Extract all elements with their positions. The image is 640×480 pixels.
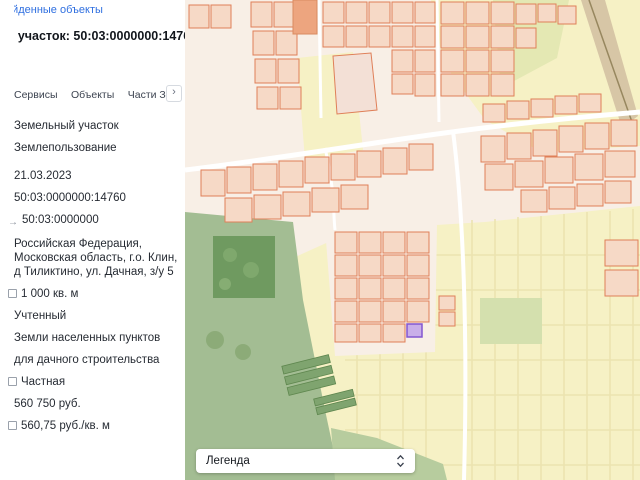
page-title-wrap: Земельный участок: 50:03:0000000:14760 [14, 27, 185, 45]
tab-bar: Сервисы Объекты Части ЗУ Состав › [14, 85, 185, 103]
attribute-row: 50:03:0000000:14760 [14, 191, 179, 205]
attribute-value: Российская Федерация, Московская область… [14, 238, 178, 278]
attribute-row: Земли населенных пунктов [14, 331, 179, 345]
attribute-value: Землепользование [14, 142, 117, 154]
attribute-row: Земельный участок [14, 119, 179, 133]
attribute-value: Учтенный [14, 310, 67, 322]
attribute-row: 560 750 руб. [14, 397, 179, 411]
attribute-value: Земельный участок [14, 120, 119, 132]
map-svg [185, 0, 640, 480]
attribute-value: 560 750 руб. [14, 398, 81, 410]
selected-parcel[interactable] [406, 323, 423, 338]
map-canvas[interactable] [185, 0, 640, 480]
built-block [292, 0, 318, 35]
price-icon [8, 421, 17, 430]
link-arrow-icon [8, 215, 18, 229]
attribute-value: 560,75 руб./кв. м [21, 420, 110, 432]
info-panel: Найденные объекты Земельный участок: 50:… [0, 0, 185, 480]
attribute-value: 1 000 кв. м [21, 288, 79, 300]
page-title: Земельный участок: 50:03:0000000:14760 [14, 29, 185, 43]
attribute-value: Частная [21, 376, 66, 388]
back-link[interactable]: Найденные объекты [14, 4, 185, 16]
attribute-row-address: Российская Федерация, Московская область… [14, 237, 179, 279]
ownership-icon [8, 377, 17, 386]
attribute-row: для дачного строительства [14, 353, 179, 367]
legend-select[interactable]: Легенда [196, 449, 415, 473]
attribute-list: Земельный участок Землепользование 21.03… [8, 119, 185, 433]
attribute-value: для дачного строительства [14, 354, 160, 366]
attribute-row: Учтенный [14, 309, 179, 323]
attribute-value[interactable]: 50:03:0000000 [22, 213, 179, 227]
area-icon [8, 289, 17, 298]
attribute-row: 21.03.2023 [14, 169, 179, 183]
attribute-row: Частная [8, 375, 179, 389]
legend-label: Легенда [206, 455, 250, 467]
attribute-value: 50:03:0000000:14760 [14, 192, 126, 204]
attribute-row: Землепользование [14, 141, 179, 155]
tab-objects[interactable]: Объекты [71, 89, 114, 101]
attribute-value: Земли населенных пунктов [14, 332, 161, 344]
tabs-next-button[interactable]: › [166, 85, 182, 102]
back-link-label: Найденные объекты [14, 4, 103, 16]
attribute-value: 21.03.2023 [14, 170, 72, 182]
updown-chevron-icon [397, 454, 404, 468]
attribute-row: 1 000 кв. м [8, 287, 179, 301]
tab-services[interactable]: Сервисы [14, 89, 58, 101]
attribute-row: 50:03:0000000 [14, 213, 179, 229]
attribute-row: 560,75 руб./кв. м [8, 419, 179, 433]
